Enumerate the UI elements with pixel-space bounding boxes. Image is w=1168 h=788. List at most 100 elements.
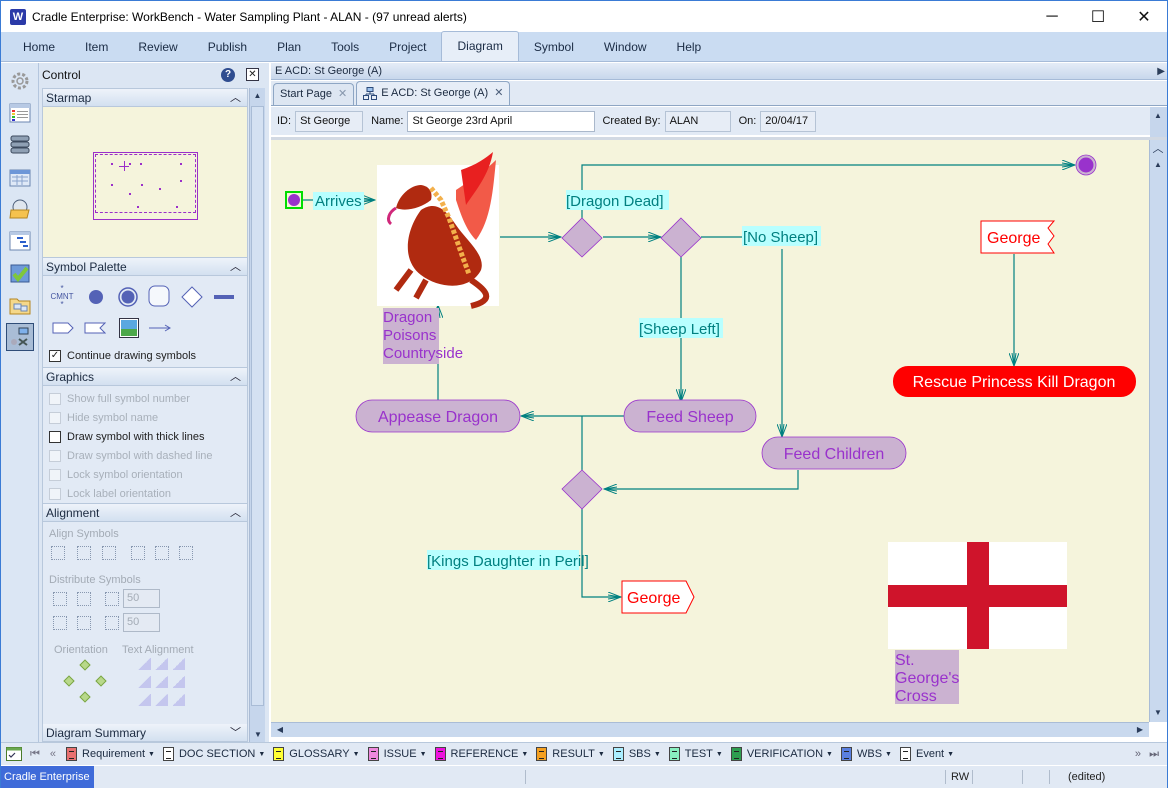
palette-decision[interactable] bbox=[180, 285, 204, 309]
gear-icon[interactable] bbox=[6, 67, 34, 95]
chevron-up-icon[interactable]: ︿ bbox=[230, 504, 241, 522]
scroll-down-icon[interactable]: ▼ bbox=[250, 727, 266, 743]
created-on-field[interactable]: 20/04/17 bbox=[760, 110, 817, 132]
align-bottom-icon[interactable] bbox=[179, 546, 193, 560]
palette-initial-node[interactable] bbox=[85, 286, 107, 308]
scroll-up-icon[interactable]: ▲ bbox=[1151, 158, 1165, 172]
text-align-bottom-left-icon[interactable] bbox=[138, 694, 151, 706]
text-align-bottom-right-icon[interactable] bbox=[172, 694, 185, 706]
palette-flow-arrow[interactable] bbox=[147, 318, 173, 338]
final-node[interactable] bbox=[1078, 157, 1094, 173]
query-icon[interactable] bbox=[6, 747, 22, 761]
toolbar-wbs[interactable]: WBS ▼ bbox=[840, 747, 892, 761]
continue-drawing-checkbox-row[interactable]: ✓ Continue drawing symbols bbox=[43, 346, 196, 365]
orientation-right-icon[interactable] bbox=[95, 675, 107, 687]
folder-open-icon[interactable] bbox=[6, 195, 34, 223]
palette-receive-signal[interactable] bbox=[83, 318, 107, 338]
decision-merge[interactable] bbox=[561, 469, 603, 510]
menu-symbol[interactable]: Symbol bbox=[519, 33, 589, 61]
checkbox[interactable] bbox=[49, 487, 61, 500]
menu-review[interactable]: Review bbox=[123, 33, 192, 61]
menu-home[interactable]: Home bbox=[8, 33, 70, 61]
chevron-up-icon[interactable]: ︿ bbox=[230, 258, 241, 276]
menu-project[interactable]: Project bbox=[374, 33, 441, 61]
guard-arrives[interactable]: Arrives bbox=[315, 193, 362, 210]
toolbar-sbs[interactable]: SBS ▼ bbox=[612, 747, 661, 761]
text-align-middle-center-icon[interactable] bbox=[155, 676, 168, 688]
guard-sheep-left[interactable]: [Sheep Left] bbox=[639, 321, 720, 338]
scroll-up-icon[interactable]: ▲ bbox=[1151, 109, 1165, 123]
created-by-field[interactable]: ALAN bbox=[664, 110, 731, 132]
scroll-up-icon[interactable]: ▲ bbox=[250, 88, 265, 104]
checklist-icon[interactable] bbox=[6, 259, 34, 287]
properties-scrollbar[interactable]: ▲ bbox=[1150, 107, 1167, 137]
graphics-section-header[interactable]: Graphics ︿ bbox=[43, 368, 247, 386]
dragon-label[interactable]: Dragon Poisons Countryside bbox=[383, 309, 463, 362]
dashed-line-option[interactable]: Draw symbol with dashed line bbox=[43, 446, 247, 465]
database-icon[interactable] bbox=[6, 131, 34, 159]
align-top-icon[interactable] bbox=[131, 546, 145, 560]
toolbar-test[interactable]: TEST ▼ bbox=[668, 747, 723, 761]
toolbar-result[interactable]: RESULT ▼ bbox=[536, 747, 605, 761]
control-panel-scrollbar[interactable]: ▲ ▼ bbox=[249, 88, 265, 743]
orientation-up-icon[interactable] bbox=[79, 659, 91, 671]
guard-kings-daughter[interactable]: [Kings Daughter in Peril] bbox=[427, 553, 589, 570]
menu-help[interactable]: Help bbox=[662, 33, 717, 61]
close-window-button[interactable]: ✕ bbox=[1121, 1, 1167, 32]
dropdown-caret-icon[interactable]: ▼ bbox=[148, 751, 155, 758]
distribute-vertical-icon[interactable] bbox=[53, 616, 67, 630]
menu-publish[interactable]: Publish bbox=[193, 33, 262, 61]
item-list-icon[interactable] bbox=[6, 99, 34, 127]
toolbar-verification[interactable]: VERIFICATION ▼ bbox=[730, 747, 833, 761]
text-align-top-right-icon[interactable] bbox=[172, 658, 185, 670]
tab-close-icon[interactable]: ✕ bbox=[338, 84, 347, 105]
starmap[interactable] bbox=[43, 107, 247, 258]
text-align-middle-left-icon[interactable] bbox=[138, 676, 151, 688]
vertical-spacing-input[interactable]: 50 bbox=[123, 613, 160, 632]
help-icon[interactable]: ? bbox=[221, 68, 235, 82]
distribute-horizontal-icon[interactable] bbox=[53, 592, 67, 606]
toolbar-issue[interactable]: ISSUE ▼ bbox=[367, 747, 427, 761]
starmap-section-header[interactable]: Starmap ︿ bbox=[43, 89, 247, 107]
close-panel-icon[interactable]: ✕ bbox=[246, 68, 259, 81]
palette-send-signal[interactable] bbox=[51, 318, 75, 338]
text-align-bottom-center-icon[interactable] bbox=[155, 694, 168, 706]
align-middle-icon[interactable] bbox=[155, 546, 169, 560]
checkbox[interactable] bbox=[49, 392, 61, 405]
distribute-horizontal-spacing-icon[interactable] bbox=[105, 592, 119, 606]
text-align-top-left-icon[interactable] bbox=[138, 658, 151, 670]
scroll-left-icon[interactable]: ◀ bbox=[273, 723, 287, 737]
menu-diagram[interactable]: Diagram bbox=[441, 31, 519, 61]
toolbar-requirement[interactable]: Requirement ▼ bbox=[66, 747, 155, 761]
guard-no-sheep[interactable]: [No Sheep] bbox=[743, 229, 818, 246]
decision-dragon-dead[interactable] bbox=[561, 217, 603, 258]
dragon-image[interactable] bbox=[377, 152, 499, 309]
distribute-vertical-even-icon[interactable] bbox=[77, 616, 91, 630]
gantt-icon[interactable] bbox=[6, 227, 34, 255]
scroll-down-icon[interactable]: ▼ bbox=[1151, 706, 1165, 720]
checkbox[interactable] bbox=[49, 430, 61, 443]
checkbox[interactable] bbox=[49, 449, 61, 462]
calendar-icon[interactable] bbox=[6, 163, 34, 191]
palette-image[interactable] bbox=[117, 316, 141, 340]
checkbox[interactable] bbox=[49, 468, 61, 481]
minimize-button[interactable]: ─ bbox=[1029, 1, 1075, 32]
dropdown-caret-icon[interactable]: ▼ bbox=[716, 751, 723, 758]
align-center-icon[interactable] bbox=[77, 546, 91, 560]
menu-item[interactable]: Item bbox=[70, 33, 123, 61]
scroll-right-icon[interactable]: ▶ bbox=[1133, 723, 1147, 737]
diagram-canvas[interactable]: Arrives Dragon Poisons Countryside [Drag… bbox=[271, 140, 1149, 722]
menu-tools[interactable]: Tools bbox=[316, 33, 374, 61]
tab-start-page[interactable]: Start Page ✕ bbox=[273, 83, 355, 105]
diagram-summary-header[interactable]: Diagram Summary ﹀ bbox=[43, 724, 247, 742]
guard-dragon-dead[interactable]: [Dragon Dead] bbox=[566, 193, 664, 210]
palette-bar[interactable] bbox=[213, 286, 235, 308]
dropdown-caret-icon[interactable]: ▼ bbox=[258, 751, 265, 758]
hide-symbol-name-option[interactable]: Hide symbol name bbox=[43, 408, 247, 427]
dropdown-caret-icon[interactable]: ▼ bbox=[654, 751, 661, 758]
tab-diagram[interactable]: E ACD: St George (A) ✕ bbox=[356, 81, 511, 105]
first-page-icon[interactable]: ⏮ bbox=[30, 748, 40, 761]
maximize-button[interactable]: ☐ bbox=[1075, 1, 1121, 32]
last-page-icon[interactable]: ⏭ bbox=[1149, 748, 1159, 761]
palette-action[interactable] bbox=[147, 284, 171, 308]
